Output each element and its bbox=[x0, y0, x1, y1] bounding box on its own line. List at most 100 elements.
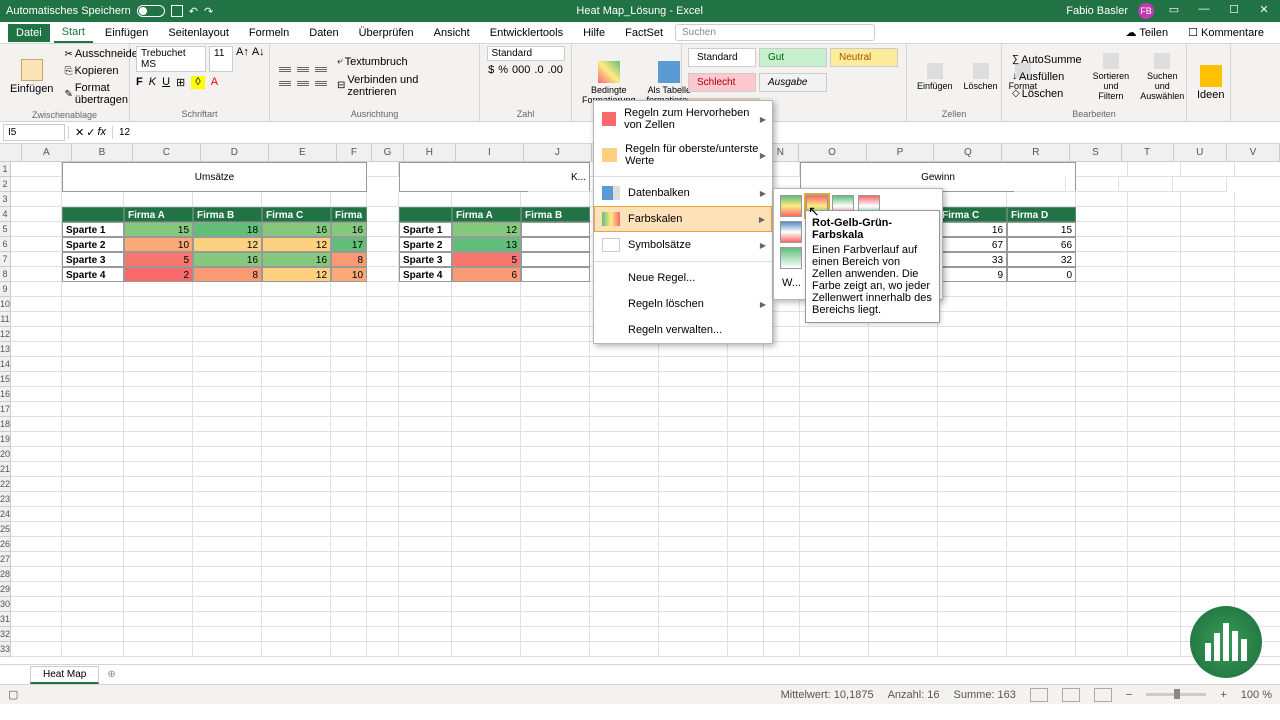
cell[interactable] bbox=[399, 372, 452, 387]
fontcolor-button[interactable]: A bbox=[211, 76, 218, 89]
row-head-8[interactable]: 8 bbox=[0, 267, 11, 282]
cell[interactable] bbox=[11, 432, 62, 447]
cell[interactable] bbox=[728, 387, 764, 402]
cell[interactable] bbox=[590, 642, 659, 657]
cell[interactable] bbox=[367, 402, 399, 417]
cell[interactable] bbox=[331, 432, 367, 447]
cell[interactable] bbox=[452, 357, 521, 372]
cell[interactable] bbox=[1181, 192, 1235, 207]
cell[interactable] bbox=[399, 507, 452, 522]
cell[interactable] bbox=[452, 597, 521, 612]
cell[interactable] bbox=[1076, 357, 1128, 372]
cell[interactable] bbox=[521, 357, 590, 372]
cell[interactable] bbox=[869, 372, 938, 387]
cell[interactable] bbox=[590, 567, 659, 582]
cell[interactable] bbox=[938, 567, 1007, 582]
align-bottom[interactable] bbox=[312, 63, 330, 77]
cell[interactable] bbox=[521, 297, 590, 312]
cell[interactable] bbox=[1128, 447, 1181, 462]
cell[interactable] bbox=[11, 342, 62, 357]
fontsize-select[interactable]: 11 bbox=[209, 46, 233, 72]
cell[interactable] bbox=[262, 402, 331, 417]
cell[interactable] bbox=[452, 192, 521, 207]
cell[interactable] bbox=[399, 522, 452, 537]
cell[interactable]: 8 bbox=[331, 252, 367, 267]
cell[interactable] bbox=[869, 477, 938, 492]
cell[interactable] bbox=[331, 297, 367, 312]
cell[interactable] bbox=[193, 447, 262, 462]
cell[interactable] bbox=[1181, 342, 1235, 357]
cell[interactable] bbox=[262, 432, 331, 447]
cell[interactable] bbox=[452, 372, 521, 387]
cell[interactable] bbox=[193, 282, 262, 297]
cell[interactable] bbox=[938, 282, 1007, 297]
cell[interactable] bbox=[1076, 417, 1128, 432]
cell[interactable] bbox=[1128, 507, 1181, 522]
col-head-U[interactable]: U bbox=[1174, 144, 1227, 162]
cell[interactable] bbox=[367, 552, 399, 567]
cell[interactable] bbox=[331, 507, 367, 522]
row-head-16[interactable]: 16 bbox=[0, 387, 11, 402]
cell[interactable] bbox=[262, 357, 331, 372]
cell[interactable] bbox=[262, 582, 331, 597]
cell[interactable] bbox=[938, 357, 1007, 372]
cell[interactable] bbox=[1076, 162, 1128, 177]
cell[interactable]: 32 bbox=[1007, 252, 1076, 267]
cell[interactable] bbox=[124, 432, 193, 447]
cell[interactable] bbox=[452, 282, 521, 297]
cell[interactable] bbox=[11, 207, 62, 222]
dd-data-bars[interactable]: Datenbalken▶ bbox=[594, 180, 772, 206]
style-standard[interactable]: Standard bbox=[688, 48, 756, 67]
cell[interactable]: 5 bbox=[452, 252, 521, 267]
cell[interactable] bbox=[367, 417, 399, 432]
cell[interactable] bbox=[62, 327, 124, 342]
cell[interactable] bbox=[1128, 582, 1181, 597]
cell[interactable] bbox=[1128, 387, 1181, 402]
cell[interactable] bbox=[1181, 567, 1235, 582]
cell[interactable] bbox=[399, 552, 452, 567]
cell[interactable] bbox=[521, 462, 590, 477]
delete-cells-button[interactable]: Löschen bbox=[960, 59, 1002, 95]
cell[interactable] bbox=[521, 582, 590, 597]
cell[interactable] bbox=[800, 642, 869, 657]
cell[interactable] bbox=[1235, 492, 1280, 507]
cell[interactable] bbox=[728, 357, 764, 372]
cell[interactable] bbox=[1181, 432, 1235, 447]
cell[interactable] bbox=[938, 372, 1007, 387]
cell[interactable] bbox=[659, 492, 728, 507]
cell[interactable] bbox=[1128, 477, 1181, 492]
cell[interactable] bbox=[367, 387, 399, 402]
cell[interactable] bbox=[1007, 477, 1076, 492]
cell[interactable] bbox=[1128, 372, 1181, 387]
cell[interactable] bbox=[262, 327, 331, 342]
cell[interactable] bbox=[659, 627, 728, 642]
cell[interactable] bbox=[1235, 357, 1280, 372]
cell[interactable] bbox=[728, 612, 764, 627]
cell[interactable] bbox=[590, 507, 659, 522]
cell[interactable] bbox=[590, 582, 659, 597]
cell[interactable] bbox=[124, 552, 193, 567]
cell[interactable] bbox=[1119, 177, 1173, 192]
cell[interactable] bbox=[11, 177, 62, 192]
dd-clear-rules[interactable]: Regeln löschen▶ bbox=[594, 291, 772, 317]
cell[interactable] bbox=[1076, 507, 1128, 522]
cell[interactable] bbox=[452, 312, 521, 327]
cell[interactable] bbox=[1128, 627, 1181, 642]
cell[interactable] bbox=[1076, 612, 1128, 627]
cell[interactable] bbox=[262, 282, 331, 297]
cell[interactable] bbox=[1007, 402, 1076, 417]
cell[interactable] bbox=[452, 492, 521, 507]
row-head-30[interactable]: 30 bbox=[0, 597, 11, 612]
search-input[interactable]: Suchen bbox=[675, 24, 875, 41]
cell[interactable] bbox=[800, 477, 869, 492]
col-head-C[interactable]: C bbox=[133, 144, 201, 162]
cell[interactable] bbox=[521, 447, 590, 462]
zoom-slider[interactable] bbox=[1146, 693, 1206, 696]
col-head-D[interactable]: D bbox=[201, 144, 269, 162]
tab-file[interactable]: Datei bbox=[8, 24, 50, 42]
cell[interactable] bbox=[399, 462, 452, 477]
tab-factset[interactable]: FactSet bbox=[617, 24, 671, 42]
cell[interactable] bbox=[367, 342, 399, 357]
row-head-3[interactable]: 3 bbox=[0, 192, 11, 207]
cell[interactable] bbox=[659, 432, 728, 447]
